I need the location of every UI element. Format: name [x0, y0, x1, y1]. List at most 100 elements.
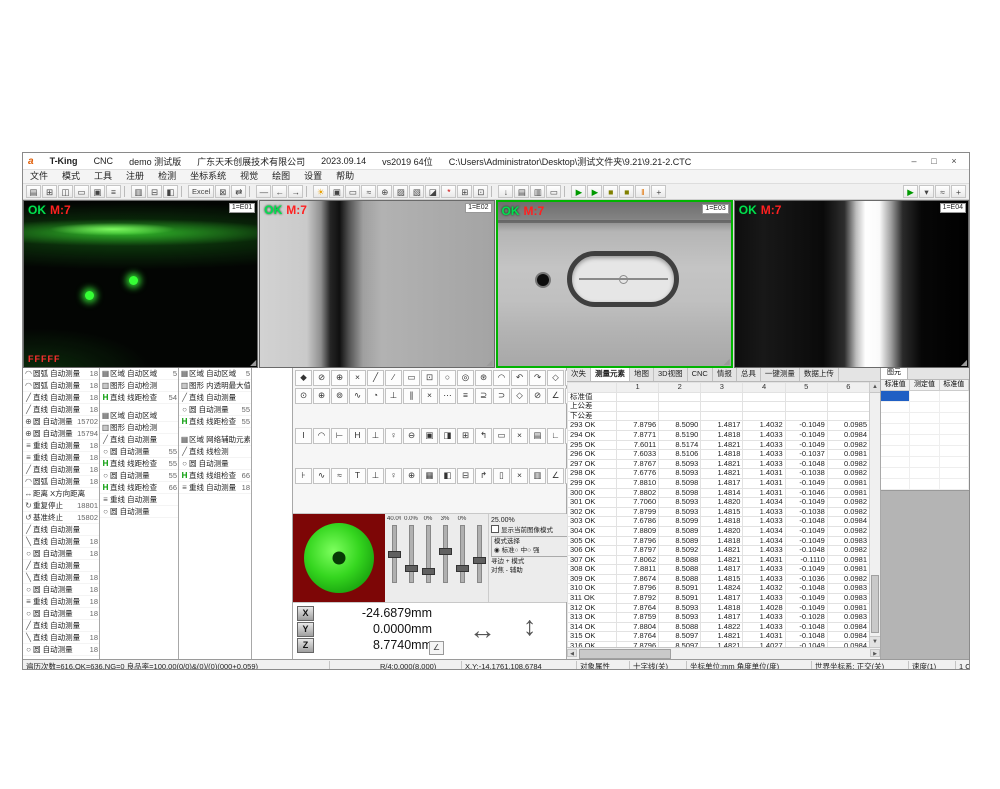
layout-menu-icon[interactable]: ≡ [106, 185, 121, 198]
table-row[interactable]: 293 OK7.87968.50901.48171.4032-0.10490.0… [568, 421, 870, 431]
measure-tools-icon[interactable]: ≈ [935, 185, 950, 198]
geometry-tool-icon[interactable]: ⊥ [367, 468, 384, 484]
measure-item[interactable]: ○圆 自动测量55 [179, 404, 251, 416]
slider-thumb[interactable] [405, 565, 418, 572]
tab-7[interactable]: 总具 [737, 368, 761, 381]
focus-mode-label[interactable]: 对焦 - 辅助 [491, 566, 574, 575]
geometry-tool-icon[interactable]: ◠ [493, 370, 510, 386]
measure-item[interactable]: ◠圆弧 自动测量18 [23, 380, 99, 392]
geometry-tool-icon[interactable]: ⊥ [367, 428, 384, 444]
geometry-tool-icon[interactable]: ▤ [529, 428, 546, 444]
table-row[interactable]: 312 OK7.87648.50931.48181.4028-0.10490.0… [568, 603, 870, 613]
geometry-tool-icon[interactable]: ▯ [493, 468, 510, 484]
geometry-tool-icon[interactable]: ⊕ [313, 388, 330, 404]
detail-row[interactable] [881, 457, 969, 468]
scroll-down-icon[interactable]: ▼ [870, 636, 880, 647]
measure-item[interactable]: ╲直线 自动测量18 [23, 536, 99, 548]
geometry-tool-icon[interactable]: ⊘ [529, 388, 546, 404]
geometry-tool-icon[interactable]: I [295, 428, 312, 444]
measure-item[interactable]: ▥图形 自动检测 [100, 422, 178, 434]
layout-quad-icon[interactable]: ⊞ [42, 185, 57, 198]
light-slider[interactable]: 40.0% [387, 516, 401, 602]
geometry-tool-icon[interactable]: ╱ [367, 370, 384, 386]
slider-track[interactable] [477, 525, 482, 583]
geometry-tool-icon[interactable]: ⊥ [385, 388, 402, 404]
camera-capture-icon[interactable]: ▣ [329, 185, 344, 198]
table-row[interactable]: 300 OK7.88028.50981.48141.4031-0.10460.0… [568, 488, 870, 498]
run-far-button-icon[interactable]: ▶ [903, 185, 918, 198]
view-rows-icon[interactable]: ⊟ [147, 185, 162, 198]
save-file-icon[interactable]: ↓ [498, 185, 513, 198]
slider-thumb[interactable] [439, 548, 452, 555]
pause-button-icon[interactable]: ‖ [635, 185, 650, 198]
radio-option[interactable]: ○强 [527, 547, 539, 554]
measure-item[interactable]: ▦区域 自动区域 [100, 410, 178, 422]
geometry-tool-icon[interactable]: ⊦ [295, 468, 312, 484]
tab-9[interactable]: 数据上传 [800, 368, 839, 381]
mask-tool-icon[interactable]: ◪ [425, 185, 440, 198]
geometry-tool-icon[interactable]: ∿ [313, 468, 330, 484]
geometry-tool-icon[interactable]: ◇ [547, 370, 564, 386]
geometry-tool-icon[interactable]: ≡ [457, 388, 474, 404]
measure-item[interactable]: ▥图形 内透明最大值 [179, 380, 251, 392]
light-slider[interactable]: 0% [455, 516, 469, 602]
table-row[interactable]: 308 OK7.88118.50881.48171.4033-0.10490.0… [568, 565, 870, 575]
measure-item[interactable]: ○圆 自动测量55 [100, 446, 178, 458]
menu-item-坐标系统[interactable]: 坐标系统 [183, 170, 233, 183]
geometry-tool-icon[interactable]: ♀ [385, 468, 402, 484]
run-options-icon[interactable]: ▾ [919, 185, 934, 198]
excel-export-icon[interactable]: Excel [188, 185, 214, 198]
table-row[interactable]: 307 OK7.80628.50881.48211.4031-0.11100.0… [568, 555, 870, 565]
measure-item[interactable]: H直线 线组检查66 [179, 470, 251, 482]
close-doc-icon[interactable]: ⊠ [215, 185, 230, 198]
stop-all-button-icon[interactable]: ■ [619, 185, 634, 198]
table-row[interactable]: 295 OK7.60118.51741.48211.4033-0.10490.0… [568, 440, 870, 450]
measure-item[interactable]: ○圆 自动测量18 [23, 644, 99, 656]
measure-item[interactable]: H直线 线距检查55 [100, 458, 178, 470]
measure-item[interactable]: ╱直线 自动测量 [100, 434, 178, 446]
tolerance-row[interactable]: 上公差 [568, 402, 870, 412]
menu-item-帮助[interactable]: 帮助 [329, 170, 361, 183]
measure-item[interactable]: ○圆 自动测量 [100, 506, 178, 518]
geometry-tool-icon[interactable]: ♀ [385, 428, 402, 444]
detail-row[interactable] [881, 468, 969, 479]
menu-item-设置[interactable]: 设置 [297, 170, 329, 183]
menu-item-模式[interactable]: 模式 [55, 170, 87, 183]
angle-tool-button[interactable]: ∠ [429, 641, 444, 655]
geometry-tool-icon[interactable]: H [349, 428, 366, 444]
measure-item[interactable]: ▦区域 网络辅助元素 [179, 434, 251, 446]
table-row[interactable]: 311 OK7.87928.50911.48171.4033-0.10490.0… [568, 594, 870, 604]
measure-item[interactable]: ▦区域 自动区域5 [100, 368, 178, 380]
menu-item-检测[interactable]: 检测 [151, 170, 183, 183]
geometry-tool-icon[interactable]: ⋯ [439, 388, 456, 404]
titlebar[interactable]: a T-King CNC demo 测试版 广东天禾创展技术有限公司 2023.… [23, 153, 969, 170]
measure-item[interactable]: ≡重线 自动测量 [100, 494, 178, 506]
measure-item[interactable]: ○圆 自动测量 [179, 458, 251, 470]
slider-track[interactable] [409, 525, 414, 583]
table-row[interactable]: 301 OK7.70608.50931.48201.4034-0.10490.0… [568, 498, 870, 508]
geometry-tool-icon[interactable]: ⊙ [295, 388, 312, 404]
table-row[interactable]: 302 OK7.87998.50931.48151.4033-0.10380.0… [568, 507, 870, 517]
line-tool-icon[interactable]: — [256, 185, 271, 198]
geometry-tool-icon[interactable]: ∠ [547, 388, 564, 404]
measure-item[interactable]: ◠圆弧 自动测量18 [23, 368, 99, 380]
detail-row[interactable] [881, 479, 969, 490]
geometry-tool-icon[interactable]: × [511, 428, 528, 444]
folder-a-icon[interactable]: ▥ [530, 185, 545, 198]
table-row[interactable]: 305 OK7.87968.50891.48181.4034-0.10490.0… [568, 536, 870, 546]
stop-button-icon[interactable]: ■ [603, 185, 618, 198]
geometry-tool-icon[interactable]: ▭ [403, 370, 420, 386]
geometry-tool-icon[interactable]: ∕ [385, 370, 402, 386]
layout-single-icon[interactable]: ▤ [26, 185, 41, 198]
geometry-tool-icon[interactable]: ▥ [529, 468, 546, 484]
detail-row[interactable] [881, 413, 969, 424]
geometry-tool-icon[interactable]: ⊖ [403, 428, 420, 444]
measure-item[interactable]: ⊕圆 自动测量15702 [23, 416, 99, 428]
slider-track[interactable] [443, 525, 448, 583]
measure-item[interactable]: ╱直线 自动测量 [23, 620, 99, 632]
geometry-tool-icon[interactable]: ⊘ [313, 370, 330, 386]
measure-item[interactable]: ↺基准终止15802 [23, 512, 99, 524]
geometry-tool-icon[interactable]: × [349, 370, 366, 386]
zoom-tool-icon[interactable]: ⊕ [377, 185, 392, 198]
table-row[interactable]: 297 OK7.87678.50931.48211.4033-0.10480.0… [568, 459, 870, 469]
